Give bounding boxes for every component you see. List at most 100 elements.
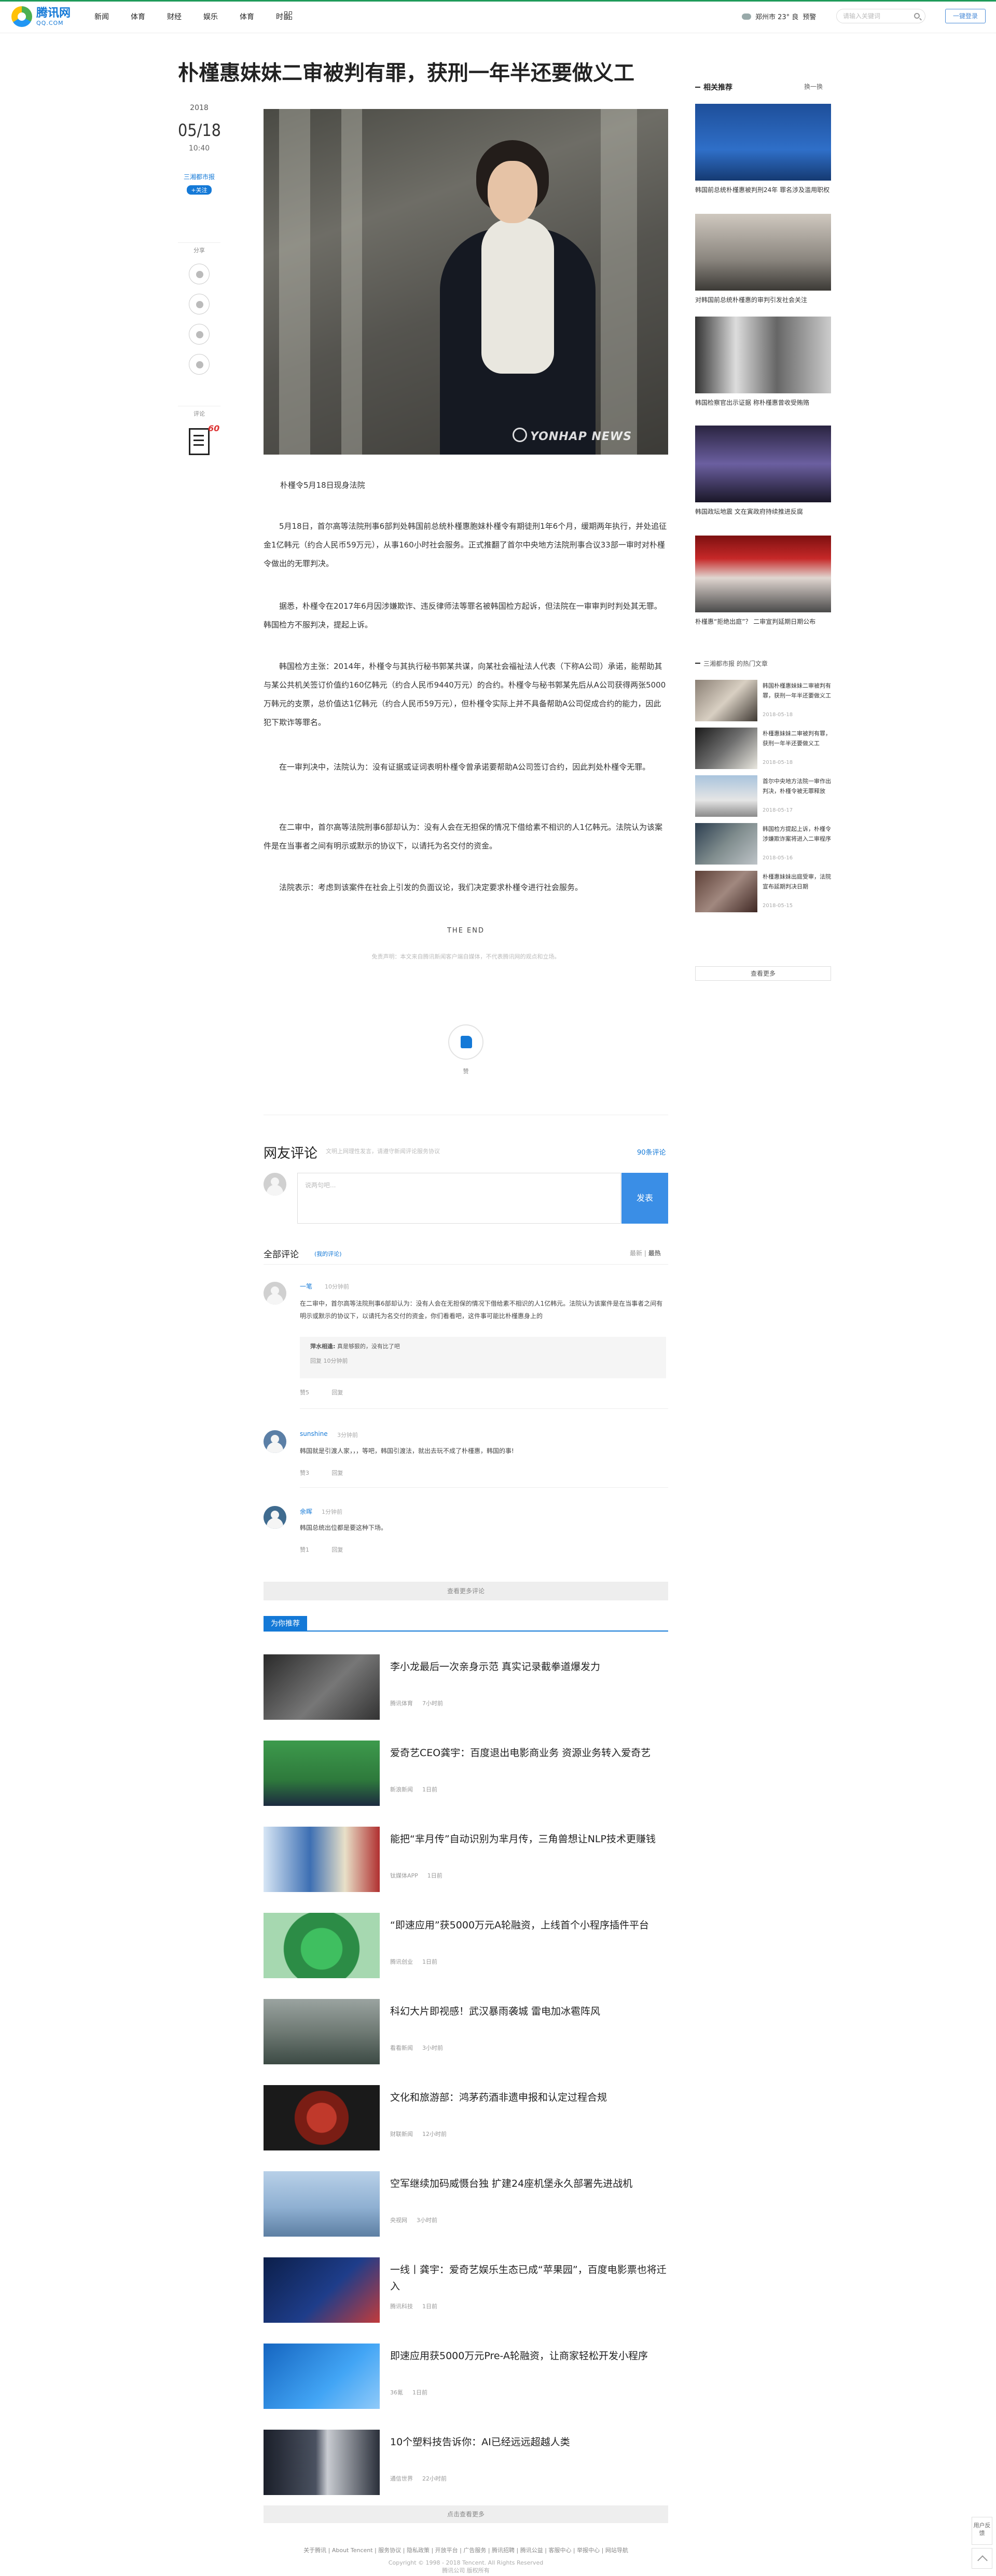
weather-widget[interactable]: 郑州市 23° 良 预警: [742, 11, 816, 21]
tencent-logo[interactable]: 腾讯网 QQ.COM: [11, 6, 71, 27]
recommend-thumbnail[interactable]: [264, 2344, 380, 2409]
related-thumbnail[interactable]: [695, 104, 831, 181]
upvote-button[interactable]: 赞1: [300, 1546, 309, 1553]
hot-news-title-text[interactable]: 朴槿惠妹妹出庭受审，法院宣布延期判决日期: [763, 872, 831, 892]
login-button[interactable]: 一键登录: [945, 9, 986, 23]
commenter-name[interactable]: 一笔: [300, 1282, 312, 1291]
recommend-item[interactable]: 一线丨龚宇：爱奇艺娱乐生态已成“苹果园”，百度电影票也将迁入 腾讯科技 1日前: [264, 2257, 668, 2323]
recommend-thumbnail[interactable]: [264, 1827, 380, 1892]
sort-newest[interactable]: 最新: [630, 1250, 642, 1257]
recommend-title[interactable]: 即速应用获5000万元Pre-A轮融资，让商家轻松开发小程序: [390, 2348, 668, 2364]
share-qq-icon[interactable]: [189, 264, 210, 284]
feedback-button[interactable]: 用户反馈: [972, 2517, 992, 2545]
recommend-title[interactable]: 爱奇艺CEO龚宇：百度退出电影商业务 资源业务转入爱奇艺: [390, 1745, 668, 1761]
related-item[interactable]: 对韩国前总统朴槿惠的审判引发社会关注: [695, 214, 831, 305]
reply-button[interactable]: 回复: [332, 1546, 343, 1553]
recommend-thumbnail[interactable]: [264, 2257, 380, 2323]
related-item[interactable]: 韩国政坛地震 文在寅政府持续推进反腐: [695, 426, 831, 517]
upvote-button[interactable]: 赞5: [300, 1389, 309, 1396]
follow-button[interactable]: +关注: [187, 185, 212, 195]
submit-comment-button[interactable]: 发表: [621, 1173, 668, 1224]
reply-name[interactable]: 萍水相逢:: [310, 1343, 335, 1350]
hot-news-title-text[interactable]: 首尔中央地方法院一审作出判决，朴槿令被无罪释放: [763, 776, 831, 796]
recommend-title[interactable]: “即速应用”获5000万元A轮融资，上线首个小程序插件平台: [390, 1917, 668, 1934]
search-input[interactable]: 请输入关键词: [836, 9, 925, 23]
nav-item-ent[interactable]: 娱乐: [203, 11, 218, 22]
hot-news-item[interactable]: 韩国朴槿惠妹妹二审被判有罪，获刑一年半还要做义工 2018-05-18: [695, 680, 831, 723]
recommend-thumbnail[interactable]: [264, 2430, 380, 2495]
hot-news-thumbnail[interactable]: [695, 871, 757, 912]
recommend-item[interactable]: 爱奇艺CEO龚宇：百度退出电影商业务 资源业务转入爱奇艺 新浪新闻 1日前: [264, 1741, 668, 1806]
share-weibo-icon[interactable]: [189, 354, 210, 375]
recommend-title[interactable]: 空军继续加码威慑台独 扩建24座机堡永久部署先进战机: [390, 2175, 668, 2192]
nav-item-sports-2[interactable]: 体育: [240, 11, 254, 22]
sort-hottest[interactable]: 最热: [648, 1250, 661, 1257]
recommend-thumbnail[interactable]: [264, 1999, 380, 2064]
hot-news-item[interactable]: 首尔中央地方法院一审作出判决，朴槿令被无罪释放 2018-05-17: [695, 775, 831, 819]
recommend-title[interactable]: 科幻大片即视感！武汉暴雨袭城 雷电加冰雹阵风: [390, 2003, 668, 2020]
refresh-button[interactable]: 换一换: [804, 82, 823, 91]
comment-input[interactable]: 说两句吧...: [297, 1173, 621, 1224]
footer-links[interactable]: 关于腾讯 | About Tencent | 服务协议 | 隐私政策 | 开放平…: [264, 2546, 668, 2554]
share-qzone-icon[interactable]: [189, 324, 210, 345]
related-thumbnail[interactable]: [695, 317, 831, 393]
commenter-avatar[interactable]: [264, 1506, 286, 1529]
recommend-item[interactable]: 李小龙最后一次亲身示范 真实记录截拳道爆发力 腾讯体育 7小时前: [264, 1654, 668, 1720]
related-caption[interactable]: 韩国检察官出示证据 称朴槿惠曾收受贿赂: [695, 398, 831, 408]
upvote-button[interactable]: 赞3: [300, 1470, 309, 1476]
hot-news-item[interactable]: 朴槿惠妹妹二审被判有罪，获刑一年半还要做义工 2018-05-18: [695, 728, 831, 771]
load-more-recommend-button[interactable]: 点击查看更多: [264, 2505, 668, 2523]
recommend-thumbnail[interactable]: [264, 2171, 380, 2237]
commenter-name[interactable]: sunshine: [300, 1430, 328, 1437]
recommend-title[interactable]: 能把“芈月传”自动识别为芈月传，三角兽想让NLP技术更赚钱: [390, 1831, 668, 1847]
commenter-avatar[interactable]: [264, 1282, 286, 1305]
related-thumbnail[interactable]: [695, 536, 831, 612]
more-channels-icon[interactable]: [284, 11, 293, 20]
related-item[interactable]: 朴槿惠“拒绝出庭”？ 二审宣判延期日期公布: [695, 536, 831, 627]
related-caption[interactable]: 朴槿惠“拒绝出庭”？ 二审宣判延期日期公布: [695, 616, 831, 627]
reply-button[interactable]: 回复: [332, 1470, 343, 1476]
comments-count-link[interactable]: 90条评论: [637, 1147, 666, 1157]
recommend-title[interactable]: 10个塑料技告诉你：AI已经远远超越人类: [390, 2434, 668, 2450]
comment-icon[interactable]: 60: [189, 423, 219, 455]
nav-item-news[interactable]: 新闻: [94, 11, 109, 22]
recommend-item[interactable]: 文化和旅游部：鸿茅药酒非遗申报和认定过程合规 财联新闻 12小时前: [264, 2085, 668, 2150]
hot-news-title-text[interactable]: 朴槿惠妹妹二审被判有罪，获刑一年半还要做义工: [763, 729, 831, 748]
recommend-thumbnail[interactable]: [264, 2085, 380, 2150]
hot-news-title-text[interactable]: 韩国朴槿惠妹妹二审被判有罪，获刑一年半还要做义工: [763, 681, 831, 701]
nav-item-sports[interactable]: 体育: [131, 11, 145, 22]
recommend-item[interactable]: 即速应用获5000万元Pre-A轮融资，让商家轻松开发小程序 36氪 1日前: [264, 2344, 668, 2409]
hot-news-thumbnail[interactable]: [695, 680, 757, 721]
hot-news-item[interactable]: 朴槿惠妹妹出庭受审，法院宣布延期判决日期 2018-05-15: [695, 871, 831, 914]
recommend-item[interactable]: 空军继续加码威慑台独 扩建24座机堡永久部署先进战机 央视网 3小时前: [264, 2171, 668, 2237]
commenter-name[interactable]: 余晖: [300, 1507, 312, 1516]
recommend-thumbnail[interactable]: [264, 1654, 380, 1720]
like-thumb-icon[interactable]: [448, 1024, 483, 1060]
recommend-title[interactable]: 李小龙最后一次亲身示范 真实记录截拳道爆发力: [390, 1659, 668, 1675]
recommend-item[interactable]: 10个塑料技告诉你：AI已经远远超越人类 通信世界 22小时前: [264, 2430, 668, 2495]
sidebar-more-button[interactable]: 查看更多: [695, 966, 831, 981]
related-caption[interactable]: 韩国前总统朴槿惠被判刑24年 罪名涉及滥用职权: [695, 185, 831, 195]
related-thumbnail[interactable]: [695, 426, 831, 502]
recommend-item[interactable]: 能把“芈月传”自动识别为芈月传，三角兽想让NLP技术更赚钱 钛媒体APP 1日前: [264, 1827, 668, 1892]
recommend-item[interactable]: “即速应用”获5000万元A轮融资，上线首个小程序插件平台 腾讯创业 1日前: [264, 1913, 668, 1978]
related-caption[interactable]: 韩国政坛地震 文在寅政府持续推进反腐: [695, 506, 831, 517]
recommend-thumbnail[interactable]: [264, 1741, 380, 1806]
recommend-title[interactable]: 一线丨龚宇：爱奇艺娱乐生态已成“苹果园”，百度电影票也将迁入: [390, 2262, 668, 2295]
related-thumbnail[interactable]: [695, 214, 831, 291]
recommend-title[interactable]: 文化和旅游部：鸿茅药酒非遗申报和认定过程合规: [390, 2089, 668, 2106]
hot-news-title-text[interactable]: 韩国检方提起上诉，朴槿令涉嫌欺诈案将进入二审程序: [763, 824, 831, 844]
hot-news-thumbnail[interactable]: [695, 823, 757, 865]
related-item[interactable]: 韩国前总统朴槿惠被判刑24年 罪名涉及滥用职权: [695, 104, 831, 195]
hot-news-thumbnail[interactable]: [695, 728, 757, 769]
nav-item-finance[interactable]: 财经: [167, 11, 182, 22]
related-item[interactable]: 韩国检察官出示证据 称朴槿惠曾收受贿赂: [695, 317, 831, 408]
my-comments-link[interactable]: (我的评论): [314, 1250, 342, 1258]
commenter-avatar[interactable]: [264, 1430, 286, 1453]
article-source[interactable]: 三湘都市报: [178, 172, 220, 181]
hot-news-thumbnail[interactable]: [695, 775, 757, 817]
load-more-comments-button[interactable]: 查看更多评论: [264, 1582, 668, 1600]
weather-alert-link[interactable]: 预警: [803, 11, 816, 21]
search-icon[interactable]: [914, 13, 920, 19]
reply-button[interactable]: 回复: [332, 1389, 343, 1396]
